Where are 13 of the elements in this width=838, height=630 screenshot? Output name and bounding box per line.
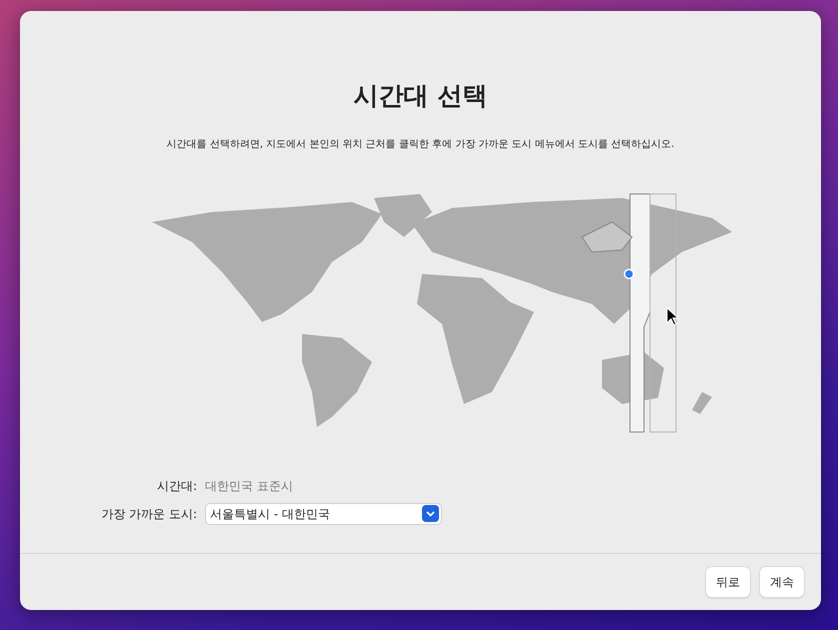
page-title: 시간대 선택 (354, 80, 488, 112)
timezone-value: 대한민국 표준시 (205, 478, 293, 494)
location-dot-icon (623, 268, 634, 279)
field-label: 가장 가까운 도시: (101, 506, 197, 520)
back-button[interactable]: 뒤로 (705, 566, 751, 598)
instruction-text: 시간대를 선택하려면, 지도에서 본인의 위치 근처를 클릭한 후에 가장 가까운 도시 메뉴에서 도시를 선택하십시오. (166, 138, 674, 152)
city-select[interactable]: 서울특별시 - 대한민국 (205, 502, 442, 524)
pointer-cursor-icon (666, 306, 679, 326)
timezone-band[interactable] (580, 193, 676, 432)
field-label: 시간대: (156, 478, 197, 492)
continue-button[interactable]: 계속 (759, 566, 805, 598)
world-map-drawing[interactable] (152, 194, 732, 426)
chevron-icon (422, 505, 439, 522)
